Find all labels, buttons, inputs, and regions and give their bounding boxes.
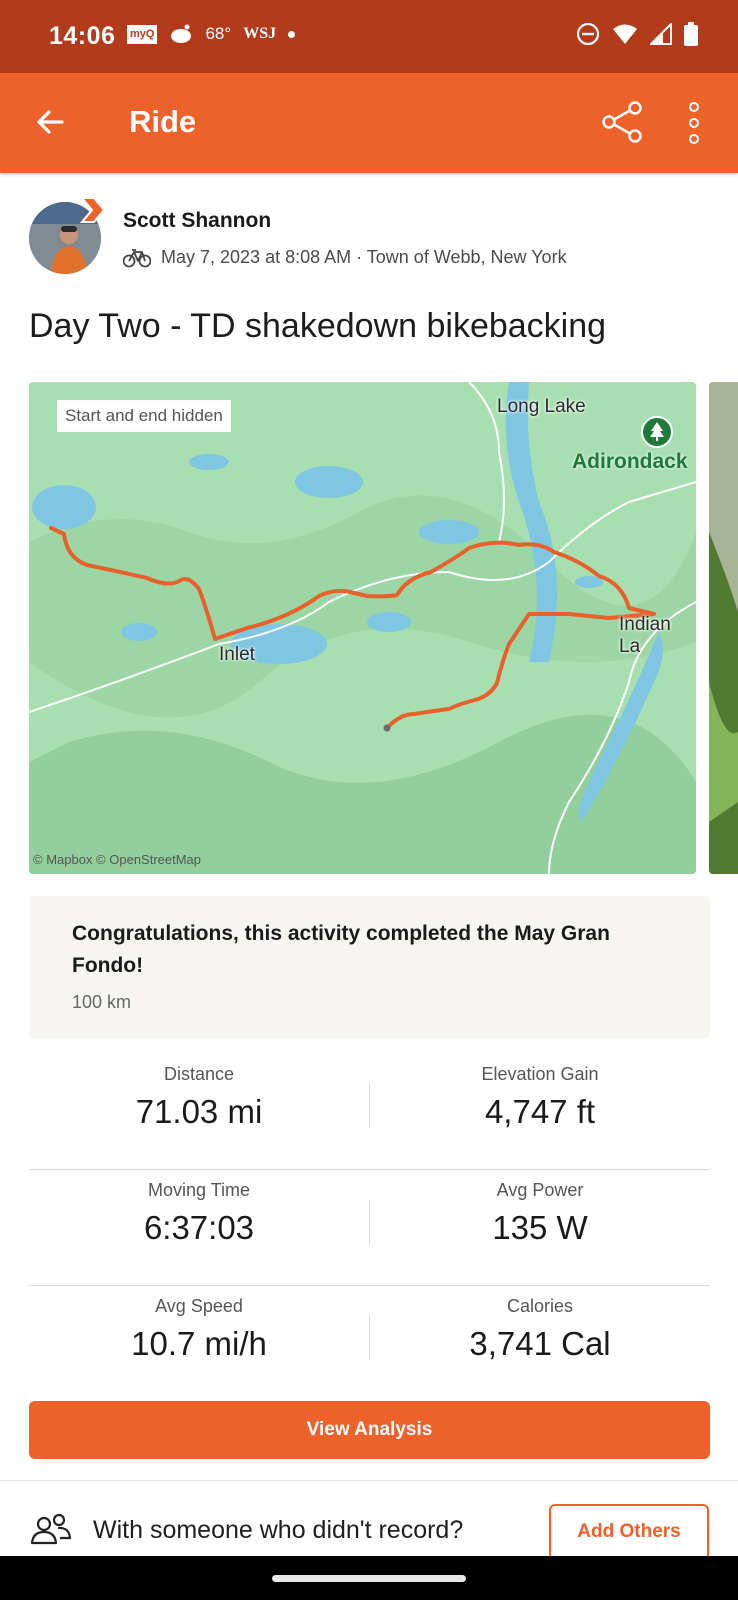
stat-value: 135 W (492, 1209, 588, 1246)
stat-label: Elevation Gain (481, 1064, 599, 1084)
stat-value: 3,741 Cal (469, 1325, 611, 1362)
stat-label: Moving Time (147, 1180, 251, 1200)
myq-app-icon: myQ (127, 24, 158, 44)
app-bar-title: Ride (129, 104, 197, 139)
stat-distance: Distance 71.03 mi (29, 1064, 369, 1131)
stats-row: Distance 71.03 mi Elevation Gain 4,747 f… (29, 1054, 710, 1170)
stat-label: Avg Speed (155, 1296, 243, 1316)
challenge-title: Congratulations, this activity completed… (72, 922, 610, 977)
more-options-icon[interactable] (688, 101, 700, 145)
challenge-card[interactable]: Congratulations, this activity completed… (29, 896, 710, 1038)
activity-meta: May 7, 2023 at 8:08 AM · Town of Webb, N… (123, 247, 567, 268)
map-label-inlet: Inlet (219, 644, 255, 665)
stat-label: Distance (163, 1064, 235, 1084)
view-analysis-button[interactable]: View Analysis (29, 1401, 710, 1459)
map-label-indian-lake: Indian La (619, 614, 671, 657)
section-divider (0, 1480, 738, 1481)
do-not-disturb-icon (576, 22, 600, 46)
system-navigation-bar (0, 1556, 738, 1600)
park-tree-icon (641, 416, 673, 448)
stat-label: Calories (506, 1296, 574, 1316)
map-label-adirondack: Adirondack (572, 450, 688, 473)
stat-elevation-gain: Elevation Gain 4,747 ft (370, 1064, 710, 1131)
back-arrow-icon[interactable] (34, 106, 66, 138)
add-others-button[interactable]: Add Others (549, 1504, 709, 1560)
map-attribution: © Mapbox © OpenStreetMap (33, 852, 202, 867)
wsj-app-icon: WSJ (243, 25, 277, 42)
app-bar: Ride (0, 73, 738, 173)
stats-row: Moving Time 6:37:03 Avg Power 135 W (29, 1170, 710, 1286)
stat-value: 10.7 mi/h (131, 1325, 267, 1362)
challenge-subtitle: 100 km (72, 992, 132, 1012)
stat-avg-speed: Avg Speed 10.7 mi/h (29, 1296, 369, 1363)
map-label-long-lake: Long Lake (497, 396, 586, 417)
status-bar: 14:06 myQ 68° WSJ (0, 0, 738, 73)
activity-date-location: May 7, 2023 at 8:08 AM · Town of Webb, N… (161, 247, 567, 267)
more-notifications-dot (288, 30, 296, 38)
activity-photo (709, 382, 738, 874)
activity-photo-preview[interactable] (709, 382, 738, 874)
stat-value: 71.03 mi (135, 1093, 263, 1130)
route-map[interactable]: Start and end hidden Long Lake Adirondac… (29, 382, 696, 874)
reddit-icon (171, 24, 192, 43)
stat-value: 6:37:03 (143, 1209, 255, 1246)
stat-label: Avg Power (496, 1180, 584, 1200)
untracked-partner-prompt: With someone who didn't record? (93, 1516, 464, 1544)
weather-temperature: 68° (205, 24, 232, 43)
cellular-signal-icon (650, 23, 672, 45)
stat-avg-power: Avg Power 135 W (370, 1180, 710, 1247)
subscriber-badge-icon (80, 197, 106, 223)
activity-stats: Distance 71.03 mi Elevation Gain 4,747 f… (29, 1054, 710, 1402)
status-notification-icons: myQ 68° WSJ (127, 24, 296, 44)
share-icon[interactable] (600, 100, 644, 144)
stat-value: 4,747 ft (484, 1093, 596, 1130)
activity-title: Day Two - TD shakedown bikebacking (29, 307, 607, 345)
people-icon (30, 1513, 72, 1545)
battery-icon (684, 22, 698, 46)
home-gesture-handle[interactable] (272, 1575, 466, 1582)
status-system-icons (576, 22, 698, 46)
bike-icon (123, 248, 151, 267)
privacy-chip: Start and end hidden (57, 400, 231, 432)
stat-calories: Calories 3,741 Cal (370, 1296, 710, 1363)
wifi-icon (613, 24, 637, 44)
stats-row: Avg Speed 10.7 mi/h Calories 3,741 Cal (29, 1286, 710, 1402)
status-time: 14:06 (49, 22, 116, 50)
stat-moving-time: Moving Time 6:37:03 (29, 1180, 369, 1247)
athlete-name[interactable]: Scott Shannon (123, 209, 271, 233)
